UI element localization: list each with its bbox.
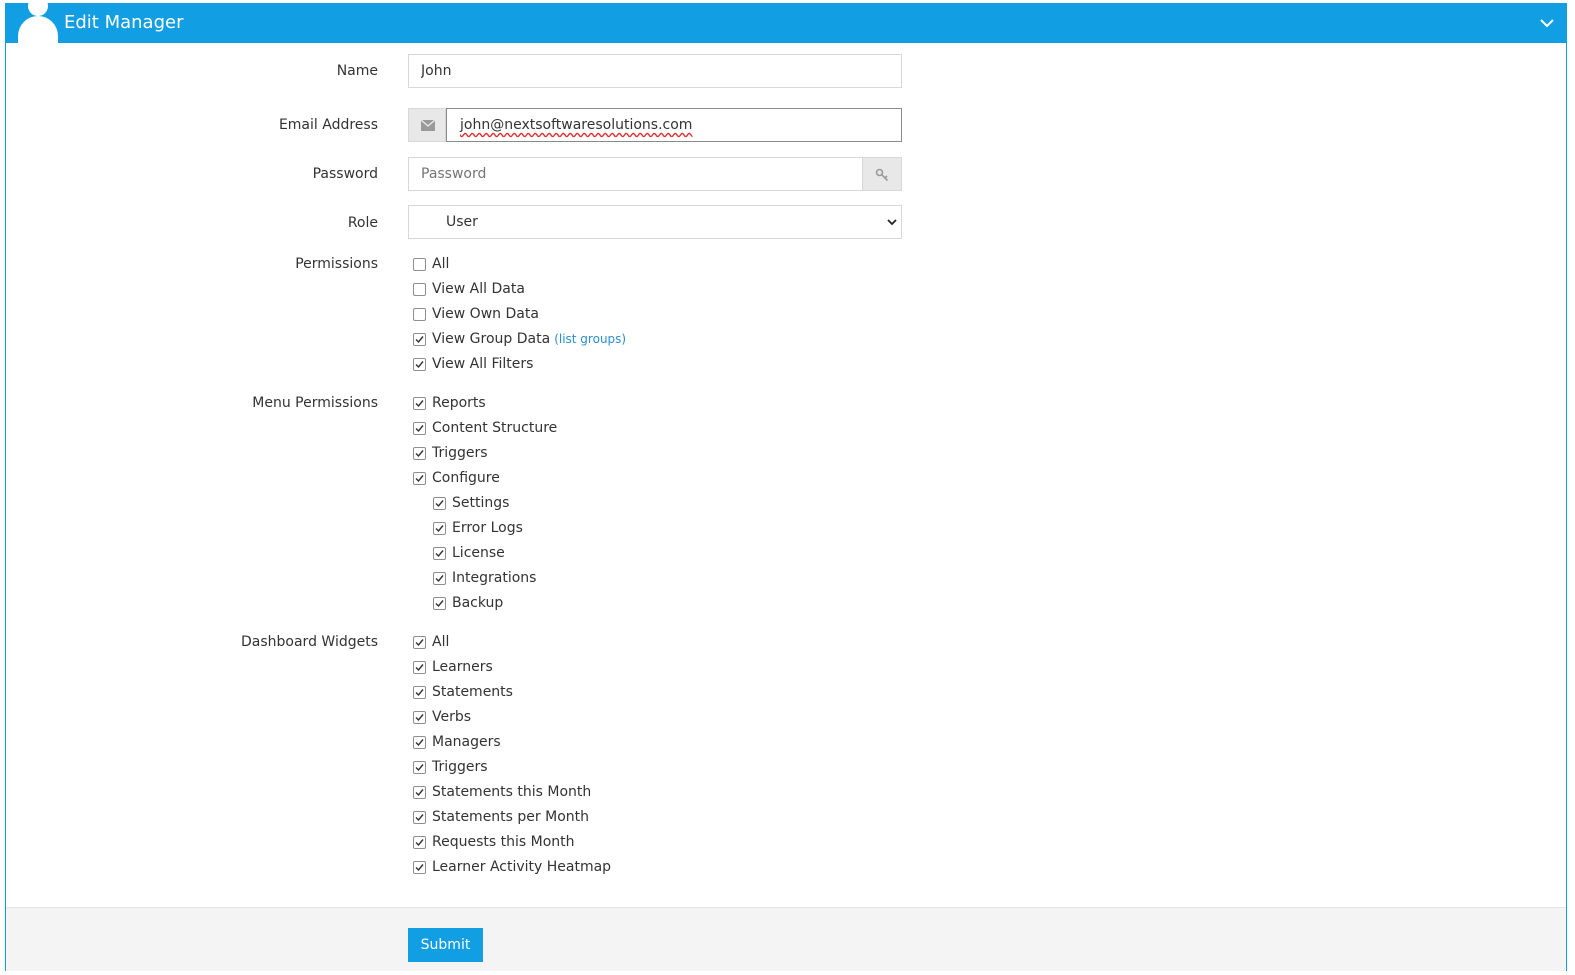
- menu-permission-checkbox[interactable]: [413, 471, 426, 485]
- role-select-value: User: [446, 214, 478, 230]
- dashboard-widget-checkbox[interactable]: [413, 710, 426, 724]
- permission-label: View All Filters: [432, 356, 534, 372]
- password-label: Password: [312, 166, 378, 182]
- submit-button[interactable]: Submit: [408, 928, 483, 962]
- edit-manager-panel: Edit Manager Name Email Address john@nex…: [5, 0, 1567, 971]
- permission-row[interactable]: View Group Data (list groups): [413, 329, 626, 349]
- menu-permission-checkbox[interactable]: [433, 546, 446, 560]
- role-select[interactable]: User: [408, 205, 902, 239]
- dashboard-widget-row[interactable]: Triggers: [413, 757, 488, 777]
- dashboard-widget-label: All: [432, 634, 450, 650]
- permission-checkbox[interactable]: [413, 257, 426, 271]
- dashboard-widget-label: Learners: [432, 659, 493, 675]
- dashboard-widget-label: Statements per Month: [432, 809, 590, 825]
- form-footer: Submit: [6, 907, 1566, 971]
- permission-row[interactable]: All: [413, 254, 449, 274]
- menu-permission-checkbox[interactable]: [413, 396, 426, 410]
- dashboard-widget-label: Triggers: [432, 759, 488, 775]
- dashboard-widget-row[interactable]: Learner Activity Heatmap: [413, 857, 611, 877]
- permission-label: View All Data: [432, 281, 525, 297]
- role-label: Role: [347, 215, 378, 231]
- permission-label: All: [432, 256, 450, 272]
- permission-checkbox[interactable]: [413, 357, 426, 371]
- dashboard-widget-row[interactable]: Statements per Month: [413, 807, 589, 827]
- menu-permission-row[interactable]: Triggers: [413, 443, 488, 463]
- permission-label: View Own Data: [432, 306, 539, 322]
- menu-permissions-label: Menu Permissions: [252, 395, 378, 411]
- email-value: john@nextsoftwaresolutions.com: [460, 117, 693, 133]
- menu-permission-label: Configure: [432, 470, 500, 486]
- menu-permission-row[interactable]: License: [433, 543, 505, 563]
- menu-permission-checkbox[interactable]: [433, 571, 446, 585]
- menu-permission-row[interactable]: Backup: [433, 593, 503, 613]
- permission-row[interactable]: View All Data: [413, 279, 525, 299]
- menu-permission-label: Content Structure: [432, 420, 558, 436]
- email-label: Email Address: [278, 117, 378, 133]
- dashboard-widget-checkbox[interactable]: [413, 835, 426, 849]
- dashboard-widget-checkbox[interactable]: [413, 860, 426, 874]
- name-input[interactable]: [408, 54, 902, 88]
- menu-permission-label: Backup: [452, 595, 504, 611]
- dashboard-widget-label: Verbs: [432, 709, 472, 725]
- menu-permission-label: Triggers: [432, 445, 488, 461]
- dashboard-widgets-label: Dashboard Widgets: [241, 634, 378, 650]
- dashboard-widget-label: Statements this Month: [432, 784, 592, 800]
- chevron-down-icon: [887, 219, 897, 226]
- dashboard-widget-checkbox[interactable]: [413, 660, 426, 674]
- dashboard-widget-label: Statements: [432, 684, 513, 700]
- menu-permission-checkbox[interactable]: [433, 596, 446, 610]
- permission-row[interactable]: View All Filters: [413, 354, 533, 374]
- dashboard-widget-row[interactable]: Verbs: [413, 707, 471, 727]
- dashboard-widget-label: Requests this Month: [432, 834, 575, 850]
- menu-permission-label: Settings: [452, 495, 510, 511]
- menu-permission-row[interactable]: Content Structure: [413, 418, 557, 438]
- dashboard-widget-checkbox[interactable]: [413, 810, 426, 824]
- permission-row[interactable]: View Own Data: [413, 304, 539, 324]
- menu-permission-checkbox[interactable]: [433, 521, 446, 535]
- dashboard-widget-row[interactable]: Statements: [413, 682, 513, 702]
- dashboard-widget-checkbox[interactable]: [413, 760, 426, 774]
- menu-permission-row[interactable]: Reports: [413, 393, 486, 413]
- dashboard-widget-row[interactable]: Learners: [413, 657, 493, 677]
- email-addon: [408, 108, 446, 142]
- user-avatar-icon: [16, 0, 60, 43]
- permission-checkbox[interactable]: [413, 307, 426, 321]
- panel-title: Edit Manager: [64, 12, 184, 33]
- menu-permission-label: Reports: [432, 395, 486, 411]
- dashboard-widget-checkbox[interactable]: [413, 735, 426, 749]
- permissions-label: Permissions: [295, 256, 378, 272]
- menu-permission-checkbox[interactable]: [433, 496, 446, 510]
- menu-permission-checkbox[interactable]: [413, 421, 426, 435]
- menu-permission-checkbox[interactable]: [413, 446, 426, 460]
- menu-permission-row[interactable]: Settings: [433, 493, 509, 513]
- dashboard-widget-checkbox[interactable]: [413, 635, 426, 649]
- password-addon-button[interactable]: [862, 157, 902, 191]
- dashboard-widget-row[interactable]: Managers: [413, 732, 501, 752]
- menu-permission-label: License: [452, 545, 505, 561]
- menu-permission-label: Error Logs: [452, 520, 523, 536]
- dashboard-widget-row[interactable]: All: [413, 632, 449, 652]
- password-input[interactable]: [408, 157, 863, 191]
- permission-checkbox[interactable]: [413, 282, 426, 296]
- menu-permission-row[interactable]: Error Logs: [433, 518, 523, 538]
- permission-checkbox[interactable]: [413, 332, 426, 346]
- list-groups-link[interactable]: (list groups): [554, 332, 626, 346]
- dashboard-widget-label: Managers: [432, 734, 501, 750]
- menu-permission-row[interactable]: Configure: [413, 468, 500, 488]
- dashboard-widget-checkbox[interactable]: [413, 785, 426, 799]
- dashboard-widget-label: Learner Activity Heatmap: [432, 859, 612, 875]
- dashboard-widget-row[interactable]: Requests this Month: [413, 832, 575, 852]
- name-label: Name: [336, 63, 378, 79]
- panel-header: Edit Manager: [6, 0, 1566, 43]
- menu-permission-label: Integrations: [452, 570, 537, 586]
- chevron-down-icon[interactable]: [1538, 14, 1556, 32]
- email-input[interactable]: john@nextsoftwaresolutions.com: [446, 108, 902, 142]
- dashboard-widget-checkbox[interactable]: [413, 685, 426, 699]
- dashboard-widget-row[interactable]: Statements this Month: [413, 782, 591, 802]
- key-icon: [875, 168, 889, 182]
- menu-permission-row[interactable]: Integrations: [433, 568, 536, 588]
- envelope-icon: [421, 120, 435, 131]
- permission-label: View Group Data: [432, 331, 551, 347]
